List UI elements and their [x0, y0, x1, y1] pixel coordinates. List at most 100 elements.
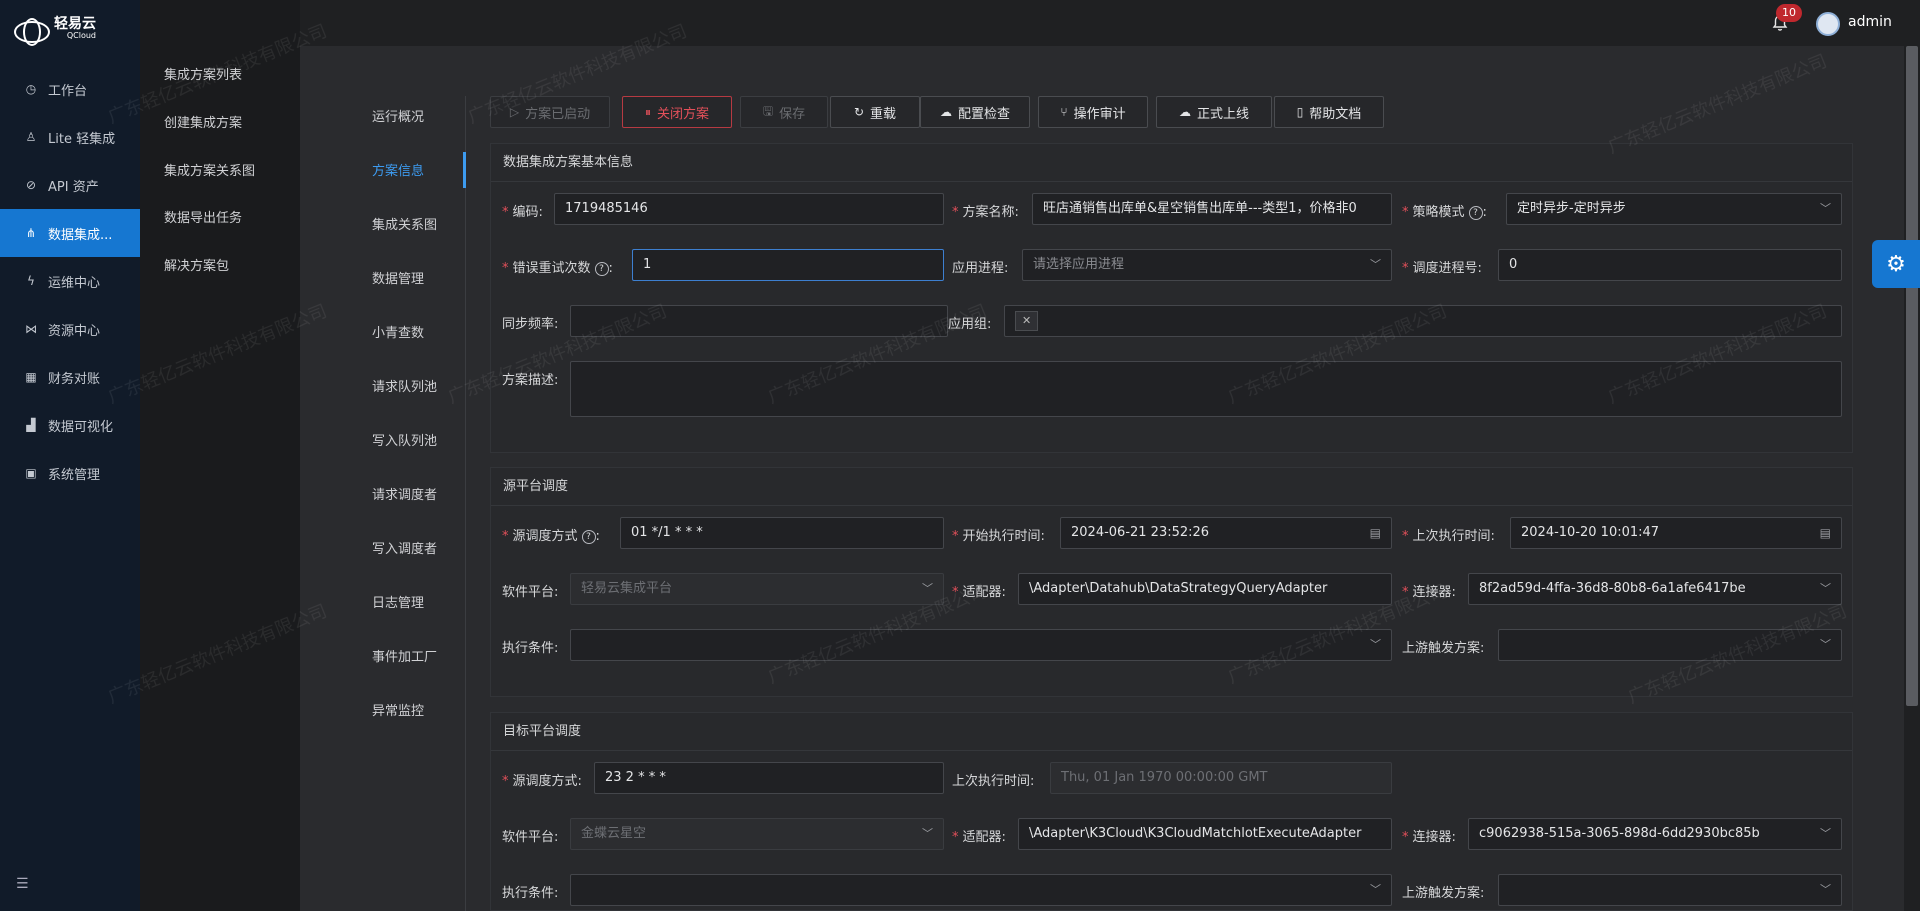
- brand-name: 轻易云: [54, 16, 96, 32]
- close-scheme-button[interactable]: ⏸ 关闭方案: [622, 96, 732, 128]
- detail-tabs: 运行概况 方案信息 集成关系图 数据管理 小青查数 请求队列池 写入队列池 请求…: [350, 96, 466, 911]
- nav-label: 运维中心: [48, 275, 101, 291]
- chevron-down-icon: ﹀: [1820, 883, 1831, 896]
- cloud-check-icon: ☁: [939, 105, 952, 119]
- config-check-button[interactable]: ☁ 配置检查: [920, 96, 1030, 128]
- save-button[interactable]: 🖫 保存: [740, 96, 828, 128]
- code-label: * 编码:: [502, 205, 543, 220]
- nav-item-finance[interactable]: ▦ 财务对账: [0, 353, 140, 401]
- target-adapter-field[interactable]: \Adapter\K3Cloud\K3CloudMatchlotExecuteA…: [1018, 818, 1392, 850]
- brand-logo[interactable]: 轻易云 QCloud: [14, 12, 134, 48]
- submenu-item[interactable]: 解决方案包: [164, 255, 229, 274]
- target-trigger-select[interactable]: ﹀: [1498, 874, 1842, 906]
- last-time-field[interactable]: 2024-10-20 10:01:47 ▤: [1510, 517, 1842, 549]
- tab-request-queue[interactable]: 请求队列池: [372, 376, 437, 395]
- submenu-item[interactable]: 集成方案关系图: [164, 160, 255, 179]
- tab-request-scheduler[interactable]: 请求调度者: [372, 484, 437, 503]
- clock-icon: ◷: [25, 82, 37, 96]
- avatar[interactable]: [1816, 12, 1840, 36]
- start-time-field[interactable]: 2024-06-21 23:52:26 ▤: [1060, 517, 1392, 549]
- scrollbar-thumb[interactable]: [1906, 46, 1918, 706]
- chevron-down-icon: ﹀: [1820, 827, 1831, 840]
- target-cond-label: 执行条件:: [502, 886, 559, 901]
- source-cond-select[interactable]: ﹀: [570, 629, 1392, 661]
- process-select[interactable]: 请选择应用进程 ﹀: [1022, 249, 1392, 281]
- nav-item-workbench[interactable]: ◷ 工作台: [0, 65, 140, 113]
- sched-field[interactable]: 0: [1498, 249, 1842, 281]
- target-adapter-label: * 适配器:: [952, 830, 1006, 845]
- retry-field[interactable]: 1: [632, 249, 944, 281]
- sub-menu: 集成方案列表 创建集成方案 集成方案关系图 数据导出任务 解决方案包: [140, 0, 300, 911]
- nav-item-lite[interactable]: ♙ Lite 轻集成: [0, 113, 140, 161]
- grid-icon: ▣: [25, 466, 37, 480]
- submenu-item[interactable]: 创建集成方案: [164, 112, 242, 131]
- strategy-select[interactable]: 定时异步-定时异步 ﹀: [1506, 193, 1842, 225]
- collapse-menu-icon[interactable]: ☰: [16, 876, 32, 892]
- close-icon[interactable]: ✕: [1015, 311, 1039, 331]
- chevron-down-icon: ﹀: [922, 827, 933, 840]
- nav-label: 数据可视化: [48, 419, 114, 435]
- submenu-item[interactable]: 集成方案列表: [164, 64, 242, 83]
- tab-relation[interactable]: 集成关系图: [372, 214, 437, 233]
- publish-button[interactable]: ☁ 正式上线: [1156, 96, 1272, 128]
- network-icon: ⋈: [25, 322, 37, 336]
- freq-field[interactable]: [570, 305, 948, 337]
- nodes-icon: ⋔: [25, 226, 37, 240]
- strategy-label: * 策略模式?:: [1402, 205, 1487, 220]
- tab-write-scheduler[interactable]: 写入调度者: [372, 538, 437, 557]
- code-field[interactable]: 1719485146: [554, 193, 944, 225]
- reload-icon: ↻: [853, 105, 865, 119]
- chevron-down-icon: ﹀: [1820, 202, 1831, 215]
- source-title: 源平台调度: [491, 468, 1852, 506]
- group-field[interactable]: ✕: [1004, 305, 1842, 337]
- settings-gear-icon[interactable]: ⚙: [1872, 240, 1920, 288]
- tab-info[interactable]: 方案信息: [372, 160, 424, 179]
- notification-badge: 10: [1776, 4, 1802, 22]
- scheme-name-field[interactable]: 旺店通销售出库单&星空销售出库单---类型1，价格非0: [1032, 193, 1392, 225]
- started-button[interactable]: ▷ 方案已启动: [490, 96, 610, 128]
- source-connector-select[interactable]: 8f2ad59d-4ffa-36d8-80b8-6a1afe6417be ﹀: [1468, 573, 1842, 605]
- target-cond-select[interactable]: ﹀: [570, 874, 1392, 906]
- tab-write-queue[interactable]: 写入队列池: [372, 430, 437, 449]
- group-label: 应用组:: [948, 317, 992, 332]
- tab-events[interactable]: 事件加工厂: [372, 646, 437, 665]
- nav-item-visualization[interactable]: ▟ 数据可视化: [0, 401, 140, 449]
- source-mode-field[interactable]: 01 */1 * * *: [620, 517, 944, 549]
- submenu-item[interactable]: 数据导出任务: [164, 207, 242, 226]
- audit-button[interactable]: ⑂ 操作审计: [1038, 96, 1148, 128]
- target-platform-select[interactable]: 金蝶云星空 ﹀: [570, 818, 944, 850]
- nav-item-ops[interactable]: ϟ 运维中心: [0, 257, 140, 305]
- nav-item-api[interactable]: ⊘ API 资产: [0, 161, 140, 209]
- bar-chart-icon: ▟: [26, 418, 36, 432]
- source-trigger-select[interactable]: ﹀: [1498, 629, 1842, 661]
- source-platform-select[interactable]: 轻易云集成平台 ﹀: [570, 573, 944, 605]
- help-icon: ?: [594, 262, 609, 276]
- chevron-down-icon: ﹀: [922, 582, 933, 595]
- username[interactable]: admin: [1848, 14, 1892, 30]
- target-trigger-label: 上游触发方案:: [1402, 886, 1485, 901]
- branch-icon: ⑂: [1060, 105, 1068, 119]
- chevron-down-icon: ﹀: [1370, 638, 1381, 651]
- desc-field[interactable]: [570, 361, 1842, 417]
- tab-overview[interactable]: 运行概况: [372, 106, 424, 125]
- target-title: 目标平台调度: [491, 713, 1852, 751]
- tab-data[interactable]: 数据管理: [372, 268, 424, 287]
- target-last-field: Thu, 01 Jan 1970 00:00:00 GMT: [1050, 762, 1392, 794]
- lamp-icon: ♙: [25, 130, 37, 144]
- source-adapter-field[interactable]: \Adapter\Datahub\DataStrategyQueryAdapte…: [1018, 573, 1392, 605]
- help-icon: ?: [581, 530, 596, 544]
- tab-query[interactable]: 小青查数: [372, 322, 424, 341]
- nav-item-data-integration[interactable]: ⋔ 数据集成...: [0, 209, 140, 257]
- main-nav: ◷ 工作台 ♙ Lite 轻集成 ⊘ API 资产 ⋔ 数据集成... ϟ 运维中心 ⋈ 资…: [0, 65, 140, 497]
- nav-label: 财务对账: [48, 371, 101, 387]
- nav-item-resources[interactable]: ⋈ 资源中心: [0, 305, 140, 353]
- active-tab-indicator: [463, 152, 466, 188]
- target-mode-field[interactable]: 23 2 * * *: [594, 762, 944, 794]
- reload-button[interactable]: ↻ 重载: [830, 96, 920, 128]
- target-connector-select[interactable]: c9062938-515a-3065-898d-6dd2930bc85b ﹀: [1468, 818, 1842, 850]
- play-icon: ▷: [509, 105, 520, 119]
- tab-logs[interactable]: 日志管理: [372, 592, 424, 611]
- tab-monitor[interactable]: 异常监控: [372, 700, 424, 719]
- help-docs-button[interactable]: ▯ 帮助文档: [1274, 96, 1384, 128]
- nav-item-system[interactable]: ▣ 系统管理: [0, 449, 140, 497]
